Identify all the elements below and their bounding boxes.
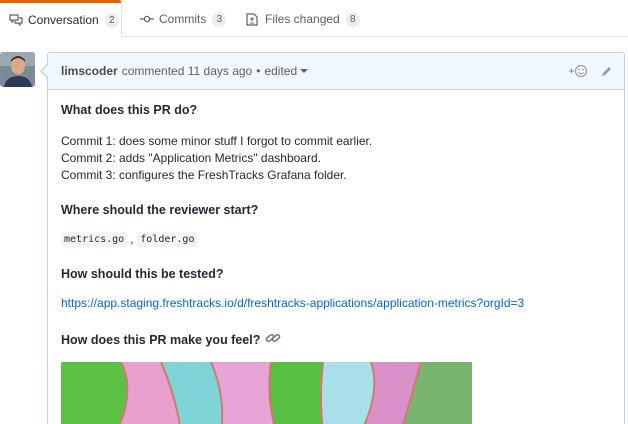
pr-tab-nav: Conversation 2 Commits 3 Files changed 8 (0, 0, 628, 38)
tab-counter: 3 (212, 11, 227, 27)
test-link[interactable]: https://app.staging.freshtracks.io/d/fre… (61, 296, 524, 310)
add-reaction-icon[interactable] (568, 64, 588, 81)
commits-icon (140, 13, 154, 25)
code-file: folder.go (137, 232, 198, 247)
tab-conversation[interactable]: Conversation 2 (0, 0, 122, 38)
files-changed-icon (246, 13, 260, 26)
conversation-icon (9, 14, 23, 27)
comment-actions (568, 64, 612, 81)
chevron-down-icon (300, 69, 309, 73)
commit-list: Commit 1: does some minor stuff I forgot… (61, 133, 372, 184)
reaction-gif (61, 362, 472, 424)
meta-separator: • (256, 64, 261, 78)
pr-description-comment: limscoder commented 11 days ago • edited… (40, 52, 625, 424)
tab-files-changed[interactable]: Files changed 8 (246, 0, 360, 38)
commit-line: Commit 1: does some minor stuff I forgot… (61, 134, 373, 148)
heading-what: What does this PR do? (61, 103, 198, 117)
heading-where: Where should the reviewer start? (61, 203, 259, 217)
edited-dropdown[interactable]: edited (264, 64, 309, 78)
commit-line: Commit 2: adds "Application Metrics" das… (61, 151, 321, 165)
tab-counter: 8 (345, 11, 360, 27)
edit-pencil-icon[interactable] (600, 65, 612, 81)
commit-line: Commit 3: configures the FreshTracks Gra… (61, 168, 347, 182)
tab-counter: 2 (104, 12, 119, 28)
comment-timestamp[interactable]: commented 11 days ago (122, 64, 253, 78)
code-file-list: metrics.go , folder.go (61, 232, 198, 247)
tab-label: Commits (159, 12, 207, 26)
heading-tested: How should this be tested? (61, 267, 224, 281)
tab-commits[interactable]: Commits 3 (140, 0, 227, 38)
heading-feel: How does this PR make you feel? (61, 331, 281, 348)
code-file: metrics.go (61, 232, 128, 247)
tab-label: Files changed (265, 12, 340, 26)
code-separator: , (130, 233, 134, 246)
heading-feel-text: How does this PR make you feel? (61, 332, 261, 347)
avatar[interactable] (0, 52, 35, 87)
comment-header: limscoder commented 11 days ago • edited (48, 53, 624, 90)
comment-author[interactable]: limscoder (61, 64, 118, 78)
edited-label: edited (264, 64, 298, 78)
link-icon (265, 331, 281, 348)
tab-label: Conversation (28, 13, 99, 27)
